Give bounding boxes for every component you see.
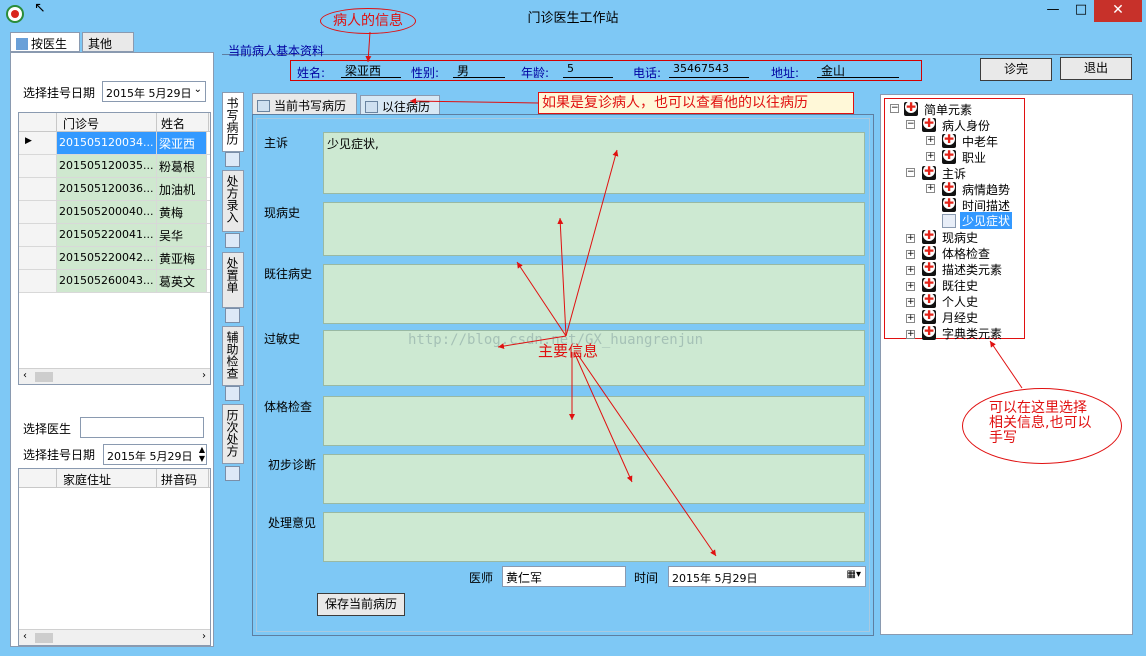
arrow-to-patient-info bbox=[365, 31, 372, 63]
arrow-to-allergy bbox=[497, 335, 567, 350]
annotation-arrows bbox=[365, 31, 1023, 557]
arrow-to-history-tab bbox=[409, 98, 539, 105]
mouse-cursor-icon: ↖ bbox=[34, 0, 46, 16]
arrow-to-past-history bbox=[516, 261, 567, 337]
arrow-to-tree bbox=[989, 340, 1023, 389]
arrow-to-treatment bbox=[575, 351, 717, 557]
arrow-to-present-illness bbox=[557, 217, 567, 337]
arrow-to-diagnosis bbox=[573, 351, 633, 483]
arrow-to-chief-complaint bbox=[565, 149, 619, 337]
